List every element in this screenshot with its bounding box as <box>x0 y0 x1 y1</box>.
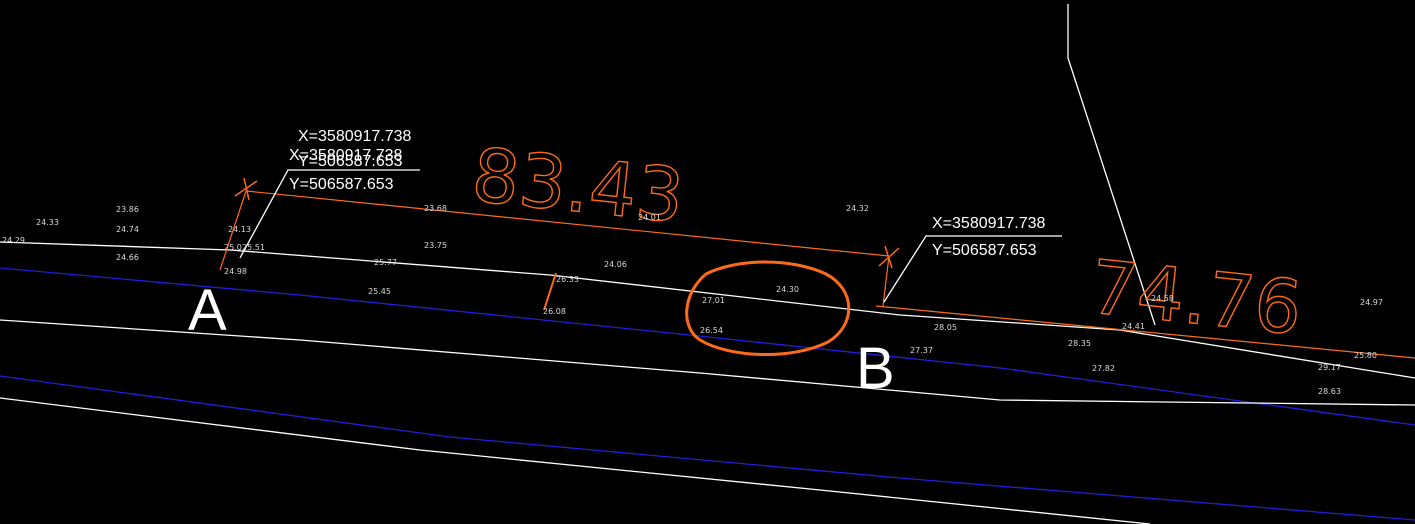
elevation-label: 25.45 <box>368 287 391 296</box>
markup-layer[interactable] <box>685 260 851 356</box>
point-label-a: A <box>188 278 227 343</box>
elevation-label: 24.58 <box>1151 294 1174 303</box>
elevation-label: 28.63 <box>1318 387 1341 396</box>
elevation-label: 24.13 <box>228 225 251 234</box>
elevation-label: 29.17 <box>1318 363 1341 372</box>
elevation-label: 23.86 <box>116 205 139 214</box>
elevation-label: 26.33 <box>556 275 579 284</box>
small-mark-middle <box>543 272 557 311</box>
elevation-label: 25.77 <box>374 258 397 267</box>
elevation-label: 28.05 <box>934 323 957 332</box>
point-label-b: B <box>856 336 895 401</box>
elevation-label: 24.66 <box>116 253 139 262</box>
elevation-label: 26.08 <box>543 307 566 316</box>
dimension-text-ab: 83.43 <box>468 132 688 240</box>
road-edge-lower <box>0 397 1151 524</box>
elevation-label: 24.33 <box>36 218 59 227</box>
hand-drawn-circle-icon[interactable] <box>685 260 851 356</box>
elevation-label: 27.01 <box>702 296 725 305</box>
elevation-label: 24.41 <box>1122 322 1145 331</box>
elevation-label: 24.01 <box>638 213 661 222</box>
elevation-label: 25.80 <box>1354 351 1377 360</box>
coord-a-x-1: X=3580917.738 <box>298 128 412 145</box>
elevation-label: 26.54 <box>700 326 723 335</box>
elevation-label: 23.75 <box>424 241 447 250</box>
elevation-label: 25.51 <box>242 243 265 252</box>
elevation-label: 24.06 <box>604 260 627 269</box>
elevation-label: 24.29 <box>2 236 25 245</box>
elevation-label: 23.68 <box>424 204 447 213</box>
coord-a-y-2: Y=506587.653 <box>289 176 394 193</box>
cad-canvas[interactable]: X=3580917.738 X=3580917.738 Y=506587.653… <box>0 0 1415 524</box>
elevation-label: 28.35 <box>1068 339 1091 348</box>
dimension-labels: 83.43 74.76 <box>467 132 1306 353</box>
centerline-lower <box>0 375 1415 521</box>
coord-b-y: Y=506587.653 <box>932 242 1037 259</box>
coord-a-y-1: Y=506587.653 <box>298 153 403 170</box>
elevation-label: 24.32 <box>846 204 869 213</box>
elevation-label: 24.30 <box>776 285 799 294</box>
coord-b-x: X=3580917.738 <box>932 215 1046 232</box>
elevation-label: 27.82 <box>1092 364 1115 373</box>
elevation-label: 24.74 <box>116 225 139 234</box>
cad-drawing-viewport[interactable]: X=3580917.738 X=3580917.738 Y=506587.653… <box>0 0 1415 524</box>
dimension-text-b-next: 74.76 <box>1086 244 1306 352</box>
elevation-label: 24.98 <box>224 267 247 276</box>
elevation-label: 25.0 <box>224 243 242 252</box>
elevation-label: 27.37 <box>910 346 933 355</box>
elevation-label: 24.97 <box>1360 298 1383 307</box>
